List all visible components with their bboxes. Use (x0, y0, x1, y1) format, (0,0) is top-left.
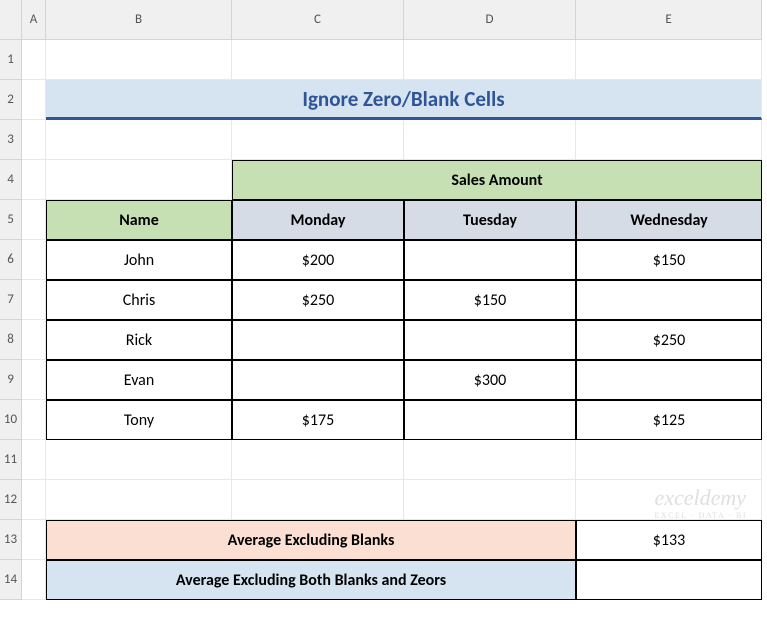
row-header-14[interactable]: 14 (0, 560, 22, 600)
cell-tue-0[interactable] (404, 240, 576, 280)
cell-D11[interactable] (404, 440, 576, 480)
sales-amount-header[interactable]: Sales Amount (232, 160, 762, 200)
row-header-5[interactable]: 5 (0, 200, 22, 240)
sheet-title[interactable]: Ignore Zero/Blank Cells (46, 80, 762, 120)
row-header-10[interactable]: 10 (0, 400, 22, 440)
cell-B4[interactable] (46, 160, 232, 200)
cell-name-0[interactable]: John (46, 240, 232, 280)
cell-E11[interactable] (576, 440, 762, 480)
cell-A6[interactable] (22, 240, 46, 280)
col-header-E[interactable]: E (576, 0, 762, 40)
cell-name-1[interactable]: Chris (46, 280, 232, 320)
cell-tue-1[interactable]: $150 (404, 280, 576, 320)
cell-A11[interactable] (22, 440, 46, 480)
avg-excl-blanks-label[interactable]: Average Excluding Blanks (46, 520, 576, 560)
cell-A12[interactable] (22, 480, 46, 520)
row-header-9[interactable]: 9 (0, 360, 22, 400)
cell-A2[interactable] (22, 80, 46, 120)
cell-A8[interactable] (22, 320, 46, 360)
cell-wed-1[interactable] (576, 280, 762, 320)
row-header-1[interactable]: 1 (0, 40, 22, 80)
col-header-D[interactable]: D (404, 0, 576, 40)
day-header-monday[interactable]: Monday (232, 200, 404, 240)
row-header-7[interactable]: 7 (0, 280, 22, 320)
row-header-3[interactable]: 3 (0, 120, 22, 160)
cell-name-3[interactable]: Evan (46, 360, 232, 400)
cell-A7[interactable] (22, 280, 46, 320)
cell-D1[interactable] (404, 40, 576, 80)
cell-tue-3[interactable]: $300 (404, 360, 576, 400)
row-header-2[interactable]: 2 (0, 80, 22, 120)
cell-A4[interactable] (22, 160, 46, 200)
cell-B12[interactable] (46, 480, 232, 520)
cell-mon-0[interactable]: $200 (232, 240, 404, 280)
col-header-A[interactable]: A (22, 0, 46, 40)
row-header-11[interactable]: 11 (0, 440, 22, 480)
cell-B1[interactable] (46, 40, 232, 80)
cell-C3[interactable] (232, 120, 404, 160)
cell-A1[interactable] (22, 40, 46, 80)
cell-wed-0[interactable]: $150 (576, 240, 762, 280)
col-header-C[interactable]: C (232, 0, 404, 40)
cell-C12[interactable] (232, 480, 404, 520)
row-header-13[interactable]: 13 (0, 520, 22, 560)
cell-wed-2[interactable]: $250 (576, 320, 762, 360)
cell-E12[interactable] (576, 480, 762, 520)
row-header-6[interactable]: 6 (0, 240, 22, 280)
cell-name-4[interactable]: Tony (46, 400, 232, 440)
day-header-wednesday[interactable]: Wednesday (576, 200, 762, 240)
cell-E3[interactable] (576, 120, 762, 160)
cell-mon-1[interactable]: $250 (232, 280, 404, 320)
cell-mon-3[interactable] (232, 360, 404, 400)
day-header-tuesday[interactable]: Tuesday (404, 200, 576, 240)
spreadsheet-grid: A B C D E 1 2 Ignore Zero/Blank Cells 3 … (0, 0, 767, 600)
avg-excl-both-label[interactable]: Average Excluding Both Blanks and Zeors (46, 560, 576, 600)
cell-C1[interactable] (232, 40, 404, 80)
row-header-8[interactable]: 8 (0, 320, 22, 360)
col-header-B[interactable]: B (46, 0, 232, 40)
row-header-4[interactable]: 4 (0, 160, 22, 200)
avg-excl-blanks-value[interactable]: $133 (576, 520, 762, 560)
cell-A14[interactable] (22, 560, 46, 600)
row-header-12[interactable]: 12 (0, 480, 22, 520)
name-header[interactable]: Name (46, 200, 232, 240)
cell-mon-2[interactable] (232, 320, 404, 360)
cell-E1[interactable] (576, 40, 762, 80)
cell-B3[interactable] (46, 120, 232, 160)
cell-mon-4[interactable]: $175 (232, 400, 404, 440)
cell-A5[interactable] (22, 200, 46, 240)
cell-tue-4[interactable] (404, 400, 576, 440)
cell-A3[interactable] (22, 120, 46, 160)
cell-D3[interactable] (404, 120, 576, 160)
select-all-corner[interactable] (0, 0, 22, 40)
cell-name-2[interactable]: Rick (46, 320, 232, 360)
cell-wed-3[interactable] (576, 360, 762, 400)
cell-C11[interactable] (232, 440, 404, 480)
cell-A9[interactable] (22, 360, 46, 400)
cell-tue-2[interactable] (404, 320, 576, 360)
cell-wed-4[interactable]: $125 (576, 400, 762, 440)
avg-excl-both-value[interactable] (576, 560, 762, 600)
cell-D12[interactable] (404, 480, 576, 520)
cell-A13[interactable] (22, 520, 46, 560)
cell-B11[interactable] (46, 440, 232, 480)
cell-A10[interactable] (22, 400, 46, 440)
